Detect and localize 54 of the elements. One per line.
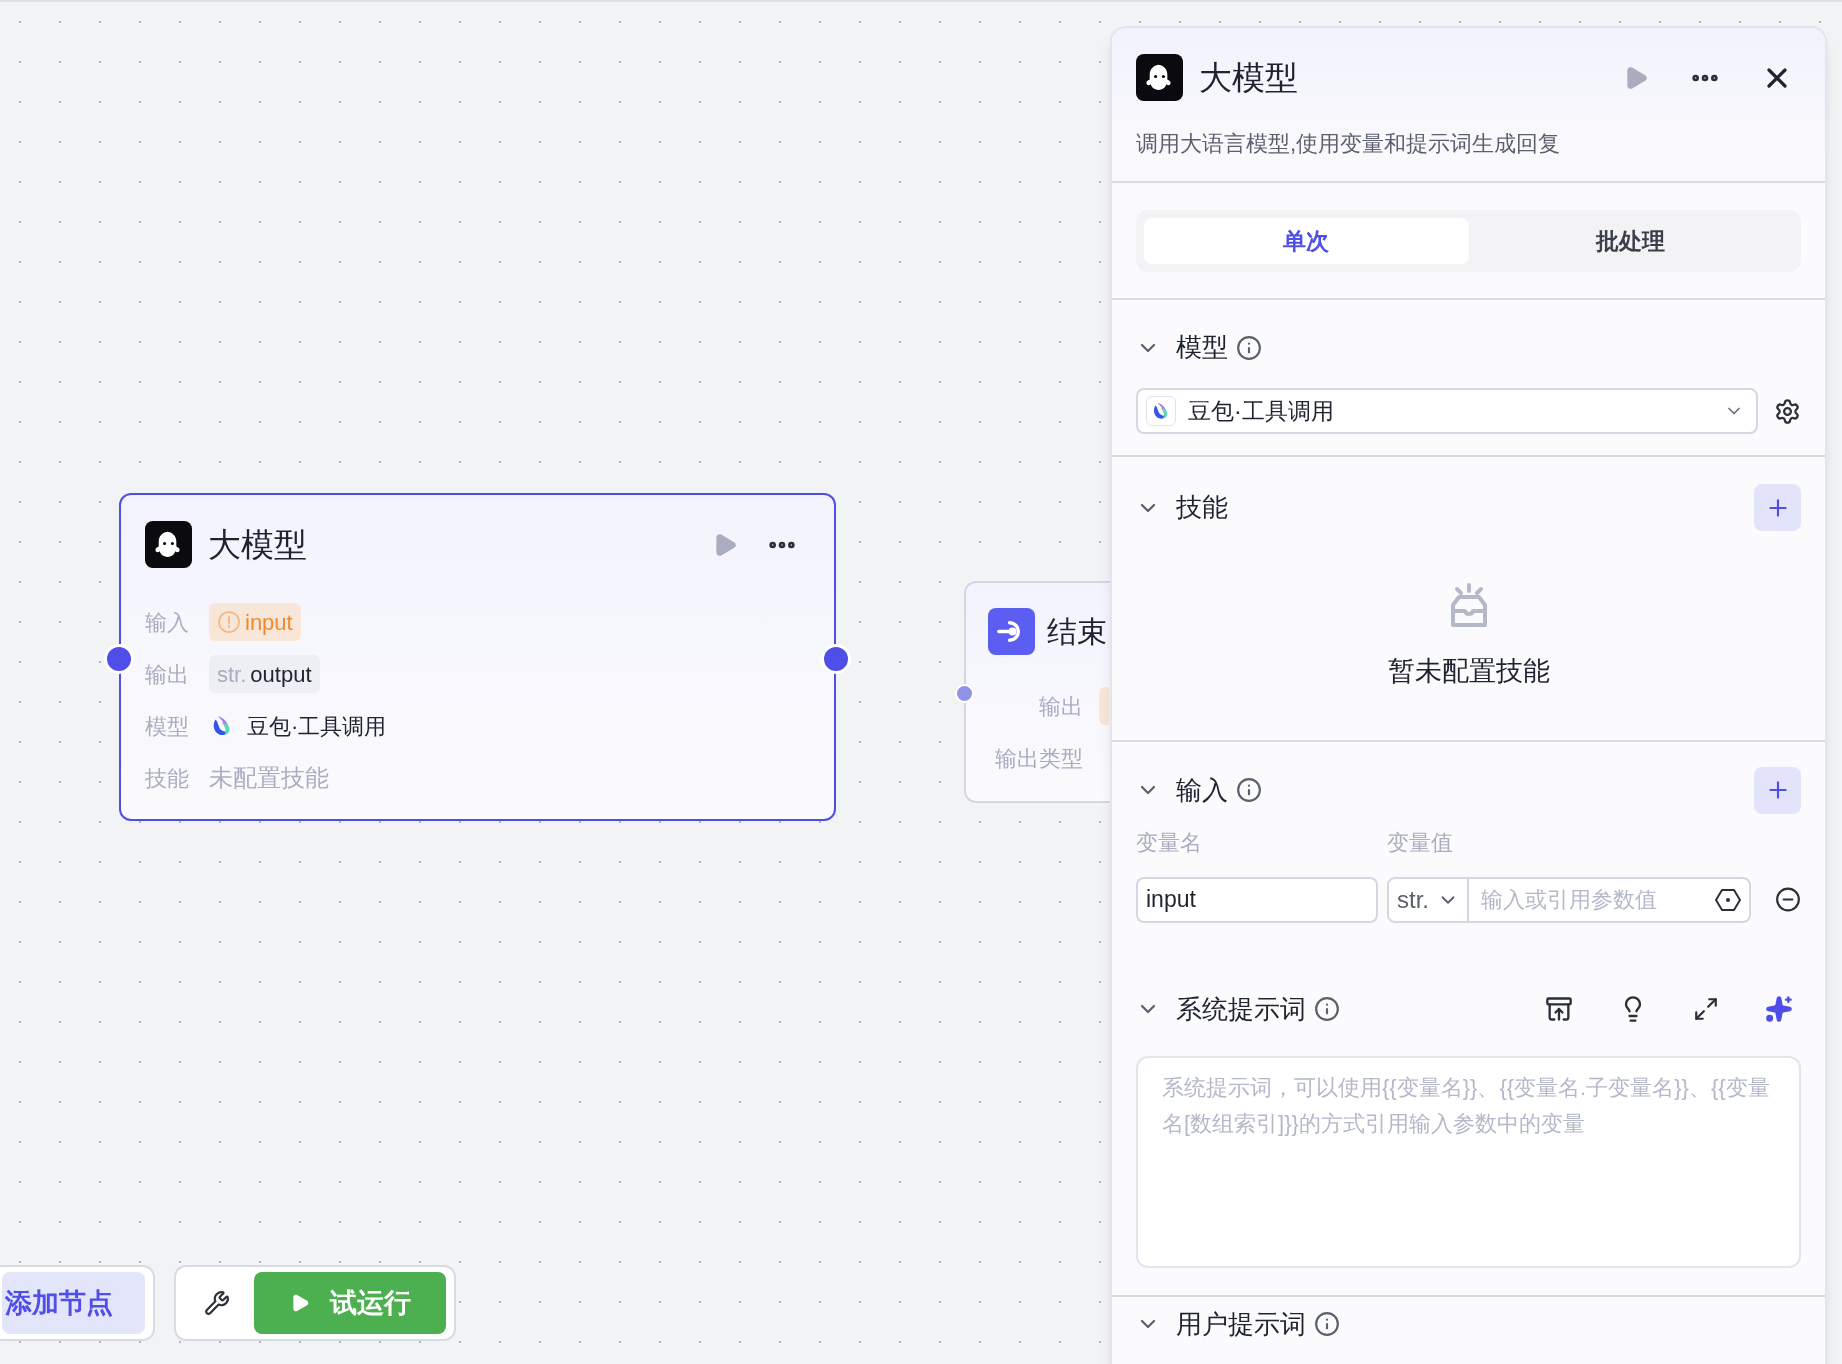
row-label: 输出 <box>145 660 190 689</box>
add-node-button[interactable]: 添加节点 <box>2 1272 145 1334</box>
section-title: 技能 <box>1176 491 1228 524</box>
variable-name-field[interactable]: input <box>1136 876 1378 923</box>
warning-tag: input <box>209 603 301 641</box>
mode-tab[interactable]: 单次 <box>1144 218 1469 264</box>
row-label: 输出类型 <box>994 744 1083 773</box>
settings-icon[interactable] <box>1774 397 1801 425</box>
node-title: 结束 <box>1047 614 1107 650</box>
output-handle[interactable] <box>821 644 851 674</box>
end-node-card[interactable]: 结束 输出 输出类型 <box>964 581 1110 803</box>
model-name: 豆包·工具调用 <box>1188 396 1334 426</box>
warning-icon <box>217 610 241 634</box>
info-icon[interactable] <box>1314 996 1340 1022</box>
column-header: 变量名 <box>1136 829 1203 857</box>
expand-icon[interactable] <box>1693 996 1719 1022</box>
type-label: str. <box>217 660 247 689</box>
node-title: 大模型 <box>208 524 307 565</box>
section-title: 用户提示词 <box>1176 1307 1306 1341</box>
sparkle-icon[interactable] <box>1765 995 1793 1023</box>
column-header: 变量值 <box>1387 829 1453 857</box>
info-icon[interactable] <box>1236 777 1262 803</box>
reference-icon[interactable] <box>1715 886 1741 913</box>
model-select[interactable]: 豆包·工具调用 <box>1136 388 1758 434</box>
output-name: output <box>250 660 312 689</box>
row-label: 输入 <box>145 608 190 637</box>
input-handle[interactable] <box>104 644 134 674</box>
model-name: 豆包·工具调用 <box>247 712 387 741</box>
add-button[interactable] <box>1754 766 1801 814</box>
row-label: 技能 <box>145 764 190 793</box>
import-icon[interactable] <box>1545 995 1573 1023</box>
llm-node-card[interactable]: 大模型 输入 input 输出 str. output 模型 豆包·工具调用 技能 未配置技能 <box>119 493 836 821</box>
empty-message: 暂未配置技能 <box>1387 655 1550 688</box>
section-title: 模型 <box>1176 331 1228 364</box>
mode-tab[interactable]: 批处理 <box>1468 218 1793 264</box>
warning-tag <box>1099 687 1109 725</box>
add-button[interactable] <box>1754 484 1801 531</box>
section-title: 系统提示词 <box>1176 992 1306 1026</box>
info-icon[interactable] <box>1314 1311 1340 1337</box>
row-label: 输出 <box>1038 692 1083 721</box>
type-select[interactable]: str. <box>1389 878 1469 921</box>
row-value: 未配置技能 <box>209 763 329 793</box>
info-icon[interactable] <box>1236 334 1262 361</box>
variable-value-field[interactable]: str. 输入或引用参数值 <box>1387 876 1751 923</box>
end-node-icon <box>988 608 1035 655</box>
remove-icon[interactable] <box>1775 886 1801 913</box>
section-title: 输入 <box>1176 773 1228 807</box>
panel-description: 调用大语言模型,使用变量和提示词生成回复 <box>1136 130 1562 158</box>
system-prompt-field[interactable]: 系统提示词，可以使用{{变量名}}、{{变量名.子变量名}}、{{变量名[数组索引]}}的方式引用输入参数中的变量 <box>1136 1055 1801 1268</box>
ghost-logo-icon <box>145 521 192 568</box>
panel-title: 大模型 <box>1199 57 1298 98</box>
ghost-logo-icon <box>1136 54 1183 101</box>
wrench-icon[interactable] <box>204 1290 230 1316</box>
row-label: 模型 <box>145 712 190 741</box>
